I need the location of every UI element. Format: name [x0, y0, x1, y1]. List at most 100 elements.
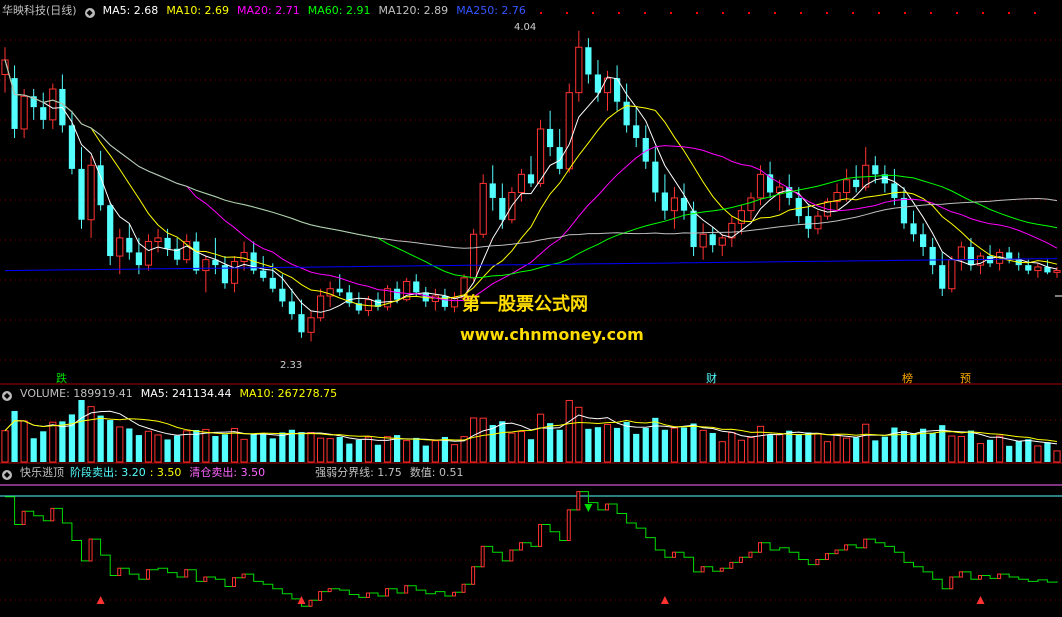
volume-bar [967, 430, 975, 462]
volume-bar [489, 425, 496, 462]
volume-bar [269, 438, 276, 462]
indicator-up-bar [844, 544, 849, 551]
volume-bar [842, 437, 851, 463]
indicator-up-bar [145, 569, 150, 580]
candle-body [670, 197, 679, 212]
watermark-url: www.chnmoney.com [460, 325, 644, 344]
indicator-header: ◆ 快乐逃顶 阶段卖出: 3.20: 3.50 清仓卖出: 3.50 强弱分界线: 1.… [2, 465, 472, 481]
volume-bar [346, 443, 353, 462]
grid-dot [618, 12, 620, 14]
volume-bar [786, 430, 793, 462]
marker-fall: 跌 [56, 372, 67, 385]
volume-bar [316, 437, 325, 463]
candle-body [260, 270, 267, 278]
volume-settings-icon[interactable]: ◆ [2, 391, 12, 401]
volume-bar [795, 434, 802, 462]
volume-bar [594, 427, 602, 462]
indicator-up-bar [203, 576, 208, 582]
candle-body [948, 259, 956, 290]
candle-body [652, 161, 659, 193]
volume-bar [20, 420, 28, 463]
indicator-up-bar [241, 573, 246, 579]
indicator-up-bar [576, 491, 581, 511]
volume-bar [212, 436, 219, 462]
volume-bar [556, 429, 563, 462]
marker-finance: 财 [706, 372, 717, 385]
candle-body [116, 237, 124, 257]
indicator-up-bar [318, 591, 323, 601]
candle-body [1053, 270, 1061, 273]
volume-bar [517, 431, 526, 463]
high-price-label: 4.04 [514, 22, 537, 33]
candle-body [479, 182, 487, 235]
candle-body [795, 197, 802, 217]
candle-body [565, 92, 573, 170]
candle-body [144, 241, 153, 266]
volume-bar [728, 432, 736, 463]
indicator-title[interactable]: 快乐逃顶 [20, 466, 64, 479]
grid-dot [1008, 12, 1010, 14]
volume-bar [87, 406, 95, 463]
volume-bar [250, 433, 257, 462]
volume-bar [652, 417, 659, 462]
strength-line-label: 强弱分界线: 1.75 [315, 466, 402, 479]
candle-body [517, 173, 526, 193]
grid-dot [722, 12, 724, 14]
indicator-up-bar [729, 561, 734, 569]
volume-bar [68, 414, 76, 462]
volume-bar [881, 436, 888, 462]
candle-body [709, 234, 716, 246]
volume-bar [976, 443, 985, 463]
candle-body [49, 88, 57, 121]
volume-ma5-line [4, 410, 1058, 445]
candle-body [126, 237, 133, 253]
volume-bar [805, 432, 812, 462]
grid-dot [930, 12, 932, 14]
candle-body [661, 192, 668, 211]
grid-dot [644, 12, 646, 14]
candle-body [202, 259, 210, 272]
indicator-settings-icon[interactable]: ◆ [2, 470, 12, 480]
candle-body [470, 233, 478, 279]
volume-bar [174, 435, 181, 462]
indicator-up-bar [451, 591, 456, 597]
indicator-up-bar [748, 551, 753, 558]
ma120-label: MA120: 2.89 [378, 4, 449, 17]
candle-body [135, 252, 142, 266]
volume-bar [929, 433, 936, 462]
volume-bar [1025, 439, 1032, 462]
volume-bar [422, 445, 429, 462]
volume-bar [1015, 440, 1022, 462]
volume-bar [527, 439, 535, 462]
candle-body [920, 234, 927, 247]
candle-body [193, 241, 200, 271]
ma20-label: MA20: 2.71 [237, 4, 300, 17]
volume-bar [116, 426, 124, 463]
volume-bar [40, 431, 47, 462]
candle-body [594, 74, 602, 93]
volume-bar [642, 427, 649, 462]
grid-dot [852, 12, 854, 14]
grid-dot [670, 12, 672, 14]
volume-bar [613, 427, 621, 462]
indicator-up-bar [738, 556, 743, 563]
volume-bar [126, 428, 133, 462]
grid-dot [800, 12, 802, 14]
grid-dot [1034, 12, 1036, 14]
volume-value: VOLUME: 189919.41 [20, 387, 133, 400]
stock-title[interactable]: 华映科技(日线) [2, 4, 77, 17]
candle-body [536, 128, 545, 184]
indicator-up-bar [117, 567, 122, 577]
candle-body [413, 281, 420, 293]
grid-dot [878, 12, 880, 14]
settings-circle-icon[interactable]: ◆ [84, 8, 95, 18]
grid-dot [566, 12, 568, 14]
indicator-up-bar [308, 599, 313, 607]
volume-bar [164, 439, 171, 462]
volume-bar [403, 440, 411, 463]
volume-bar [49, 421, 57, 463]
volume-bar [470, 417, 478, 463]
volume-bar [1, 430, 9, 463]
volume-bar [661, 429, 668, 462]
volume-bar [479, 417, 487, 463]
